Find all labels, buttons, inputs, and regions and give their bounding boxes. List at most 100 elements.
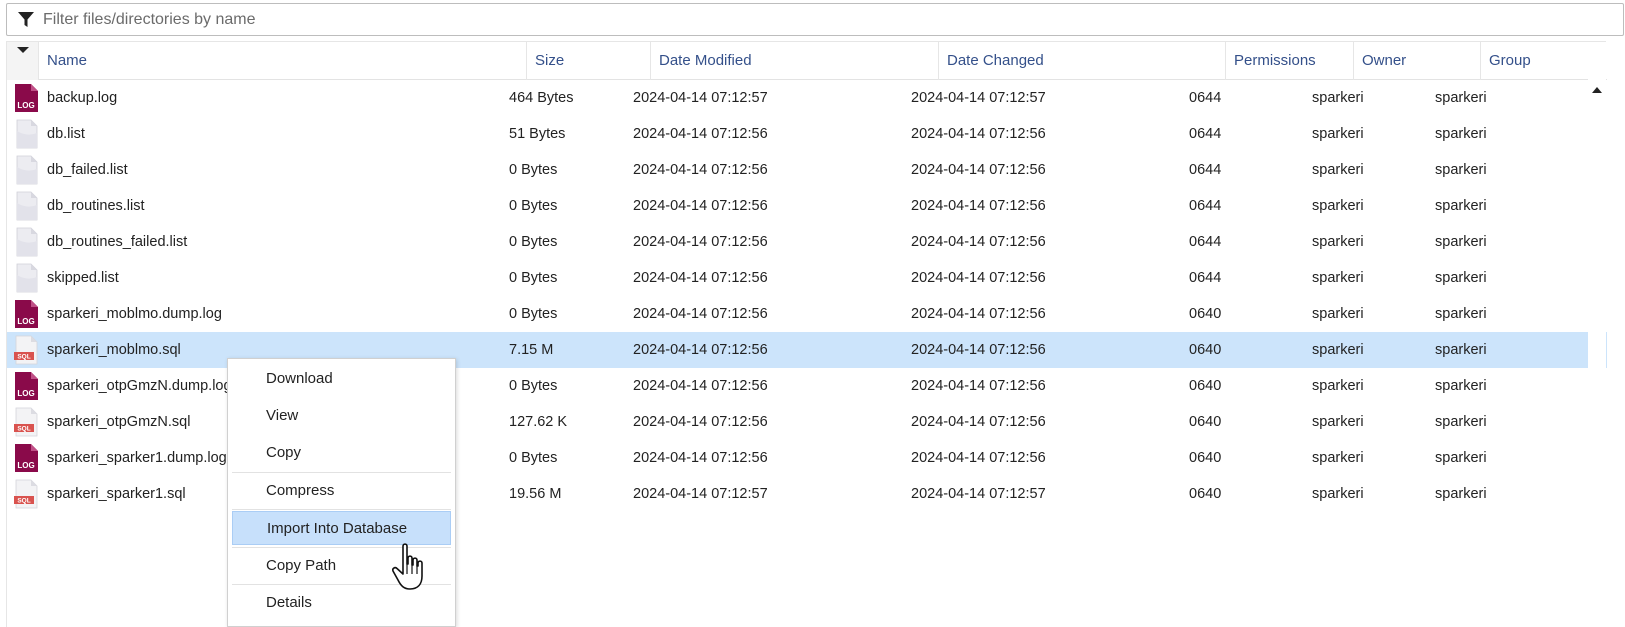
cell-name[interactable]: db_routines.list [47, 188, 145, 224]
cell-date-modified: 2024-04-14 07:12:56 [633, 126, 768, 142]
cell-permissions: 0640 [1189, 342, 1222, 358]
file-row[interactable]: db_routines_failed.list 0 Bytes 2024-04-14… [7, 224, 1607, 260]
column-header-permissions[interactable]: Permissions [1226, 42, 1354, 80]
cell-name[interactable]: sparkeri_moblmo.dump.log [47, 296, 222, 332]
menu-item-copy[interactable]: Copy [232, 436, 451, 470]
cell-date-changed: 2024-04-14 07:12:56 [911, 306, 1046, 322]
cell-owner: sparkeri [1312, 270, 1364, 286]
cell-owner: sparkeri [1312, 198, 1364, 214]
cell-date-changed: 2024-04-14 07:12:56 [911, 450, 1046, 466]
file-row[interactable]: db_routines.list 0 Bytes 2024-04-14 07:12:… [7, 188, 1607, 224]
cell-permissions: 0644 [1189, 270, 1222, 286]
cell-group: sparkeri [1435, 126, 1487, 142]
column-header-size[interactable]: Size [527, 42, 651, 80]
sql-file-icon: SQL [14, 335, 38, 365]
file-row[interactable]: LOG sparkeri_moblmo.dump.log 0 Bytes 2024-0… [7, 296, 1607, 332]
menu-item-download[interactable]: Download [232, 362, 451, 396]
svg-text:LOG: LOG [17, 461, 34, 470]
file-row[interactable]: db.list 51 Bytes 2024-04-14 07:12:56 2024-0… [7, 116, 1607, 152]
filter-icon[interactable] [15, 9, 37, 31]
cell-size: 0 Bytes [509, 378, 558, 394]
column-header-date-changed[interactable]: Date Changed [939, 42, 1226, 80]
cell-size: 0 Bytes [509, 450, 558, 466]
log-file-icon: LOG [15, 372, 38, 400]
cell-date-modified: 2024-04-14 07:12:56 [633, 378, 768, 394]
cell-group: sparkeri [1435, 486, 1487, 502]
cell-name[interactable]: sparkeri_sparker1.dump.log [47, 440, 227, 476]
cell-size: 19.56 M [509, 486, 562, 502]
cell-owner: sparkeri [1312, 450, 1364, 466]
cell-date-modified: 2024-04-14 07:12:57 [633, 90, 768, 106]
cell-name[interactable]: sparkeri_otpGmzN.sql [47, 404, 190, 440]
cell-size: 0 Bytes [509, 234, 558, 250]
cell-group: sparkeri [1435, 198, 1487, 214]
cell-size: 7.15 M [509, 342, 554, 358]
cell-owner: sparkeri [1312, 486, 1364, 502]
cell-group: sparkeri [1435, 90, 1487, 106]
file-row[interactable]: db_failed.list 0 Bytes 2024-04-14 07:12:56… [7, 152, 1607, 188]
cell-permissions: 0644 [1189, 90, 1222, 106]
cell-date-changed: 2024-04-14 07:12:57 [911, 90, 1046, 106]
menu-item-view[interactable]: View [232, 399, 451, 433]
cell-size: 0 Bytes [509, 306, 558, 322]
cell-permissions: 0644 [1189, 162, 1222, 178]
cell-name[interactable]: backup.log [47, 80, 117, 116]
cell-date-modified: 2024-04-14 07:12:56 [633, 342, 768, 358]
filter-input[interactable] [43, 4, 1623, 35]
cell-name[interactable]: sparkeri_sparker1.sql [47, 476, 186, 512]
cell-date-changed: 2024-04-14 07:12:56 [911, 378, 1046, 394]
cell-name[interactable]: skipped.list [47, 260, 119, 296]
cell-name[interactable]: db_routines_failed.list [47, 224, 187, 260]
cell-group: sparkeri [1435, 342, 1487, 358]
log-file-icon: LOG [15, 300, 38, 328]
cell-name[interactable]: db.list [47, 116, 85, 152]
cell-permissions: 0640 [1189, 450, 1222, 466]
cell-permissions: 0644 [1189, 126, 1222, 142]
cell-permissions: 0640 [1189, 306, 1222, 322]
column-header-date-modified[interactable]: Date Modified [651, 42, 939, 80]
scroll-up-icon[interactable] [1592, 86, 1602, 94]
cell-owner: sparkeri [1312, 342, 1364, 358]
generic-file-icon [16, 227, 38, 257]
hand-cursor-icon [392, 543, 423, 590]
generic-file-icon [16, 155, 38, 185]
cell-permissions: 0644 [1189, 198, 1222, 214]
cell-date-changed: 2024-04-14 07:12:56 [911, 270, 1046, 286]
svg-text:SQL: SQL [17, 426, 30, 433]
cell-size: 0 Bytes [509, 162, 558, 178]
cell-group: sparkeri [1435, 306, 1487, 322]
menu-item-import-into-database[interactable]: Import Into Database [232, 511, 451, 545]
cell-group: sparkeri [1435, 378, 1487, 394]
svg-text:SQL: SQL [17, 354, 30, 361]
cell-owner: sparkeri [1312, 162, 1364, 178]
cell-owner: sparkeri [1312, 378, 1364, 394]
cell-date-modified: 2024-04-14 07:12:57 [633, 486, 768, 502]
menu-item-compress[interactable]: Compress [232, 474, 451, 508]
cell-group: sparkeri [1435, 162, 1487, 178]
cell-date-modified: 2024-04-14 07:12:56 [633, 234, 768, 250]
cell-name[interactable]: sparkeri_moblmo.sql [47, 332, 181, 368]
cell-group: sparkeri [1435, 234, 1487, 250]
generic-file-icon [16, 263, 38, 293]
cell-owner: sparkeri [1312, 234, 1364, 250]
cell-date-changed: 2024-04-14 07:12:56 [911, 126, 1046, 142]
sql-file-icon: SQL [14, 407, 38, 437]
vertical-scrollbar[interactable] [1588, 42, 1606, 627]
svg-text:LOG: LOG [17, 317, 34, 326]
cell-date-changed: 2024-04-14 07:12:57 [911, 486, 1046, 502]
cell-permissions: 0640 [1189, 378, 1222, 394]
generic-file-icon [16, 119, 38, 149]
file-row[interactable]: LOG backup.log 464 Bytes 2024-04-14 07:12:5… [7, 80, 1607, 116]
cell-owner: sparkeri [1312, 126, 1364, 142]
column-header-owner[interactable]: Owner [1354, 42, 1481, 80]
file-row[interactable]: skipped.list 0 Bytes 2024-04-14 07:12:56 20… [7, 260, 1607, 296]
column-header-name[interactable]: Name [39, 42, 527, 80]
cell-owner: sparkeri [1312, 306, 1364, 322]
table-header: Name Size Date Modified Date Changed Per… [7, 42, 1607, 80]
cell-name[interactable]: sparkeri_otpGmzN.dump.log [47, 368, 232, 404]
cell-date-modified: 2024-04-14 07:12:56 [633, 162, 768, 178]
cell-permissions: 0644 [1189, 234, 1222, 250]
sort-toggle[interactable] [7, 42, 39, 80]
cell-name[interactable]: db_failed.list [47, 152, 128, 188]
cell-size: 0 Bytes [509, 270, 558, 286]
